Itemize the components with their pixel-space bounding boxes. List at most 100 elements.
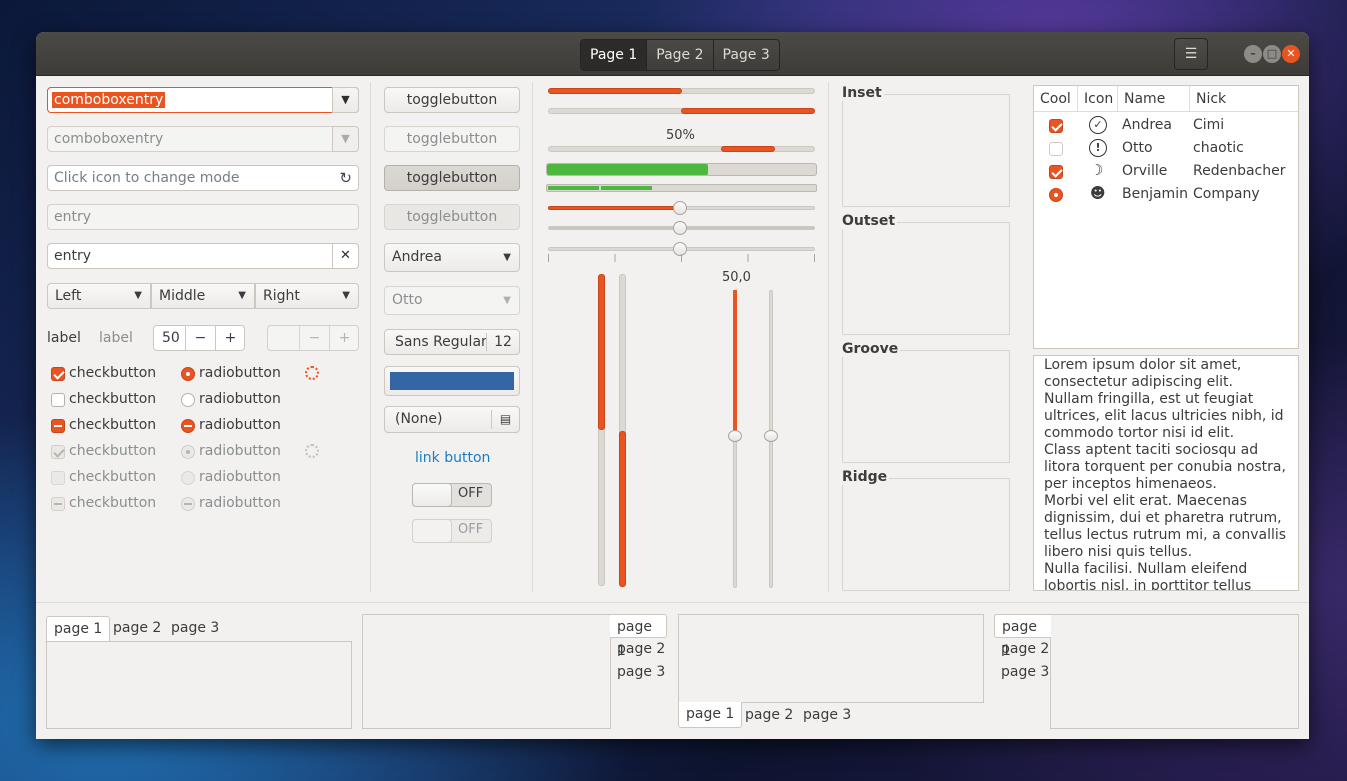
radiobutton-3-label[interactable]: radiobutton <box>199 417 281 433</box>
stack-tab-page-2[interactable]: Page 2 <box>647 40 714 70</box>
switch-knob[interactable] <box>412 483 452 507</box>
main-window: Page 1 Page 2 Page 3 ☰ – □ ✕ comboboxent… <box>36 32 1309 739</box>
radiobutton-5-label: radiobutton <box>199 469 281 485</box>
entry-text[interactable]: entry <box>54 248 91 264</box>
font-size: 12 <box>486 333 519 351</box>
notebook-right-tab-1[interactable]: page 1 <box>610 614 667 659</box>
notebook-top-tab-2[interactable]: page 2 <box>106 616 168 640</box>
notebook-right-tab-3[interactable]: page 3 <box>610 660 672 684</box>
combo-left-label: Left <box>55 288 82 304</box>
vscale-2-fill <box>619 431 626 587</box>
notebook-left-tab-3[interactable]: page 3 <box>994 660 1056 684</box>
document-icon: ▤ <box>491 410 519 429</box>
tree-row-nick: Cimi <box>1193 117 1225 133</box>
comboboxentry-text[interactable]: comboboxentry <box>52 92 166 108</box>
checkbutton-3-box[interactable] <box>51 419 65 433</box>
checkbutton-6-label: checkbutton <box>69 495 157 511</box>
spin-value[interactable]: 50 <box>162 326 180 350</box>
checkbutton-2-box[interactable] <box>51 393 65 407</box>
vscale-4-handle[interactable] <box>764 430 778 442</box>
frame-outset-label: Outset <box>842 213 898 229</box>
text-view[interactable]: Lorem ipsum dolor sit amet, consectetur … <box>1033 355 1299 591</box>
switch-off[interactable]: OFF <box>412 483 492 507</box>
cool-radio-benjamin[interactable] <box>1049 188 1063 202</box>
progress-bar-1 <box>548 88 815 94</box>
column-header-name[interactable]: Name <box>1118 86 1190 112</box>
notebook-right-tab-2[interactable]: page 2 <box>610 637 672 661</box>
frame-outset <box>842 222 1010 335</box>
hscale-1-handle[interactable] <box>673 201 687 215</box>
combo-right-label: Right <box>263 288 300 304</box>
radiobutton-1-circle[interactable] <box>181 367 195 381</box>
checkbutton-4-label: checkbutton <box>69 443 157 459</box>
combo-right[interactable]: Right ▼ <box>255 283 359 309</box>
combo-left[interactable]: Left ▼ <box>47 283 151 309</box>
checkbutton-1-label[interactable]: checkbutton <box>69 365 156 381</box>
file-chooser-label: (None) <box>395 411 443 427</box>
comboboxentry-disabled-text: comboboxentry <box>54 131 164 147</box>
text-view-content[interactable]: Lorem ipsum dolor sit amet, consectetur … <box>1044 357 1290 590</box>
stack-tab-page-1[interactable]: Page 1 <box>581 40 648 70</box>
file-chooser-button[interactable]: (None) ▤ <box>384 406 520 433</box>
entry-field[interactable]: entry ✕ <box>47 243 359 269</box>
checkbutton-3-label[interactable]: checkbutton <box>69 417 156 433</box>
notebook-bottom-tab-3[interactable]: page 3 <box>796 703 858 727</box>
radiobutton-2-circle[interactable] <box>181 393 195 407</box>
refresh-icon[interactable]: ↻ <box>339 166 352 190</box>
notebook-left-tab-2[interactable]: page 2 <box>994 637 1056 661</box>
spin-minus-button[interactable]: − <box>185 326 215 350</box>
radiobutton-2-label[interactable]: radiobutton <box>199 391 281 407</box>
spin-button[interactable]: 50 − + <box>153 325 245 351</box>
tree-row-nick: Redenbacher <box>1193 163 1286 179</box>
cool-checkbox-orville[interactable] <box>1049 165 1063 179</box>
combo-andrea[interactable]: Andrea ▼ <box>384 243 520 272</box>
face-icon: ☻ <box>1090 184 1106 202</box>
tree-view[interactable]: Cool Icon Name Nick ✓ Andrea Cimi ! Otto… <box>1033 85 1299 349</box>
notebook-bottom-tab-2[interactable]: page 2 <box>738 703 800 727</box>
radiobutton-3-circle[interactable] <box>181 419 195 433</box>
column-header-nick[interactable]: Nick <box>1190 86 1298 112</box>
togglebutton-1[interactable]: togglebutton <box>384 87 520 113</box>
radiobutton-5-circle <box>181 471 195 485</box>
notebook-top-tab-1[interactable]: page 1 <box>46 616 111 642</box>
font-button[interactable]: Sans Regular 12 <box>384 329 520 355</box>
cool-checkbox-andrea[interactable] <box>1049 119 1063 133</box>
link-button[interactable]: link button <box>415 450 490 466</box>
togglebutton-3[interactable]: togglebutton <box>384 165 520 191</box>
cool-checkbox-otto[interactable] <box>1049 142 1063 156</box>
notebook-top-tab-3[interactable]: page 3 <box>164 616 226 640</box>
combo-dropdown-button[interactable]: ▼ <box>332 87 359 113</box>
notebook-left-tab-1[interactable]: page 1 <box>994 614 1051 659</box>
togglebutton-4: togglebutton <box>384 204 520 230</box>
column-separator <box>370 82 371 592</box>
checkbutton-5-box <box>51 471 65 485</box>
hamburger-menu-button[interactable]: ☰ <box>1174 38 1208 70</box>
notebook-bottom-tab-1[interactable]: page 1 <box>678 702 743 728</box>
radiobutton-1-label[interactable]: radiobutton <box>199 365 281 381</box>
progress-bar-green <box>546 163 817 176</box>
column-header-icon[interactable]: Icon <box>1078 86 1118 112</box>
comboboxentry-disabled: comboboxentry ▼ <box>47 126 359 152</box>
stack-tab-page-3[interactable]: Page 3 <box>713 40 779 70</box>
vscale-2[interactable] <box>619 274 626 587</box>
combo-disabled-dropdown: ▼ <box>332 126 359 152</box>
mode-entry[interactable]: Click icon to change mode ↻ <box>47 165 359 191</box>
vscale-1[interactable] <box>598 274 605 586</box>
frame-ridge <box>842 478 1010 591</box>
color-button[interactable] <box>384 366 520 396</box>
spin-plus-button[interactable]: + <box>215 326 245 350</box>
maximize-button[interactable]: □ <box>1263 45 1281 63</box>
clear-button[interactable]: ✕ <box>332 243 359 269</box>
switch-knob-disabled <box>412 519 452 543</box>
frame-inset <box>842 94 1010 207</box>
close-button[interactable]: ✕ <box>1282 45 1300 63</box>
combo-middle[interactable]: Middle ▼ <box>151 283 255 309</box>
font-name: Sans Regular <box>395 334 487 350</box>
checkbutton-2-label[interactable]: checkbutton <box>69 391 156 407</box>
column-header-cool[interactable]: Cool <box>1034 86 1078 112</box>
checkbutton-1-box[interactable] <box>51 367 65 381</box>
vscale-3-handle[interactable] <box>728 430 742 442</box>
level-bar <box>546 184 817 192</box>
comboboxentry-active[interactable]: comboboxentry ▼ <box>47 87 359 113</box>
minimize-button[interactable]: – <box>1244 45 1262 63</box>
